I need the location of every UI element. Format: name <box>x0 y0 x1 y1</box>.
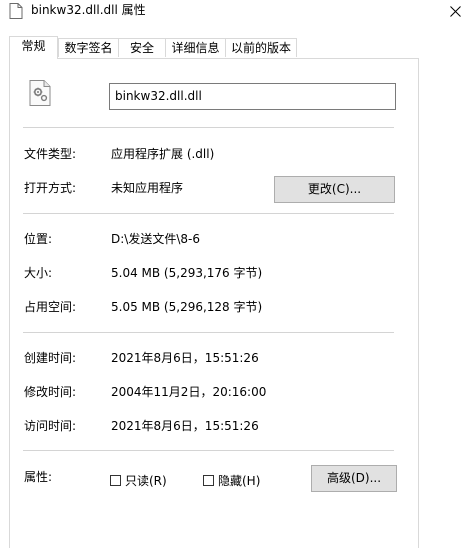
readonly-label: 只读(R) <box>125 474 167 488</box>
accessed-label: 访问时间: <box>24 419 77 433</box>
opens-with-label: 打开方式: <box>24 181 77 195</box>
location-label: 位置: <box>24 232 53 246</box>
title-bar: binkw32.dll.dll 属性 <box>0 0 471 30</box>
advanced-button[interactable]: 高级(D)... <box>311 465 397 492</box>
tab-label: 以前的版本 <box>230 41 291 55</box>
divider <box>23 127 394 128</box>
tab-label: 详细信息 <box>171 41 220 55</box>
tab-security[interactable]: 安全 <box>118 38 166 57</box>
tab-label: 常规 <box>21 39 46 53</box>
tab-details[interactable]: 详细信息 <box>165 38 226 57</box>
accessed-value: 2021年8月6日，15:51:26 <box>111 419 259 433</box>
close-button[interactable] <box>440 0 471 22</box>
tab-digital-signatures[interactable]: 数字签名 <box>58 38 119 57</box>
tab-previous-versions[interactable]: 以前的版本 <box>225 38 297 57</box>
modified-value: 2004年11月2日，20:16:00 <box>111 385 267 399</box>
divider <box>23 332 394 333</box>
window-title: binkw32.dll.dll 属性 <box>31 3 146 17</box>
size-label: 大小: <box>24 266 53 280</box>
tab-label: 数字签名 <box>64 41 113 55</box>
close-icon <box>450 5 461 17</box>
divider <box>23 450 394 451</box>
created-label: 创建时间: <box>24 351 77 365</box>
dll-file-icon <box>29 80 51 106</box>
opens-with-value: 未知应用程序 <box>111 181 184 195</box>
readonly-checkbox[interactable]: 只读(R) <box>110 472 167 489</box>
change-button[interactable]: 更改(C)... <box>274 176 395 203</box>
filename-field[interactable]: binkw32.dll.dll <box>109 83 396 110</box>
document-icon <box>9 3 23 19</box>
attributes-label: 属性: <box>24 470 53 484</box>
modified-label: 修改时间: <box>24 385 77 399</box>
tab-label: 安全 <box>129 41 154 55</box>
size-on-disk-value: 5.05 MB (5,296,128 字节) <box>111 300 263 314</box>
location-value: D:\发送文件\8-6 <box>111 232 200 246</box>
created-value: 2021年8月6日，15:51:26 <box>111 351 259 365</box>
tab-strip: 常规 数字签名 安全 详细信息 以前的版本 <box>0 36 471 59</box>
size-value: 5.04 MB (5,293,176 字节) <box>111 266 263 280</box>
tab-general[interactable]: 常规 <box>9 36 58 59</box>
checkbox-box[interactable] <box>203 475 214 486</box>
hidden-checkbox[interactable]: 隐藏(H) <box>203 472 260 489</box>
file-type-value: 应用程序扩展 (.dll) <box>111 147 215 161</box>
size-on-disk-label: 占用空间: <box>24 300 77 314</box>
divider <box>23 213 394 214</box>
checkbox-box[interactable] <box>110 475 121 486</box>
file-type-label: 文件类型: <box>24 147 77 161</box>
hidden-label: 隐藏(H) <box>218 474 261 488</box>
